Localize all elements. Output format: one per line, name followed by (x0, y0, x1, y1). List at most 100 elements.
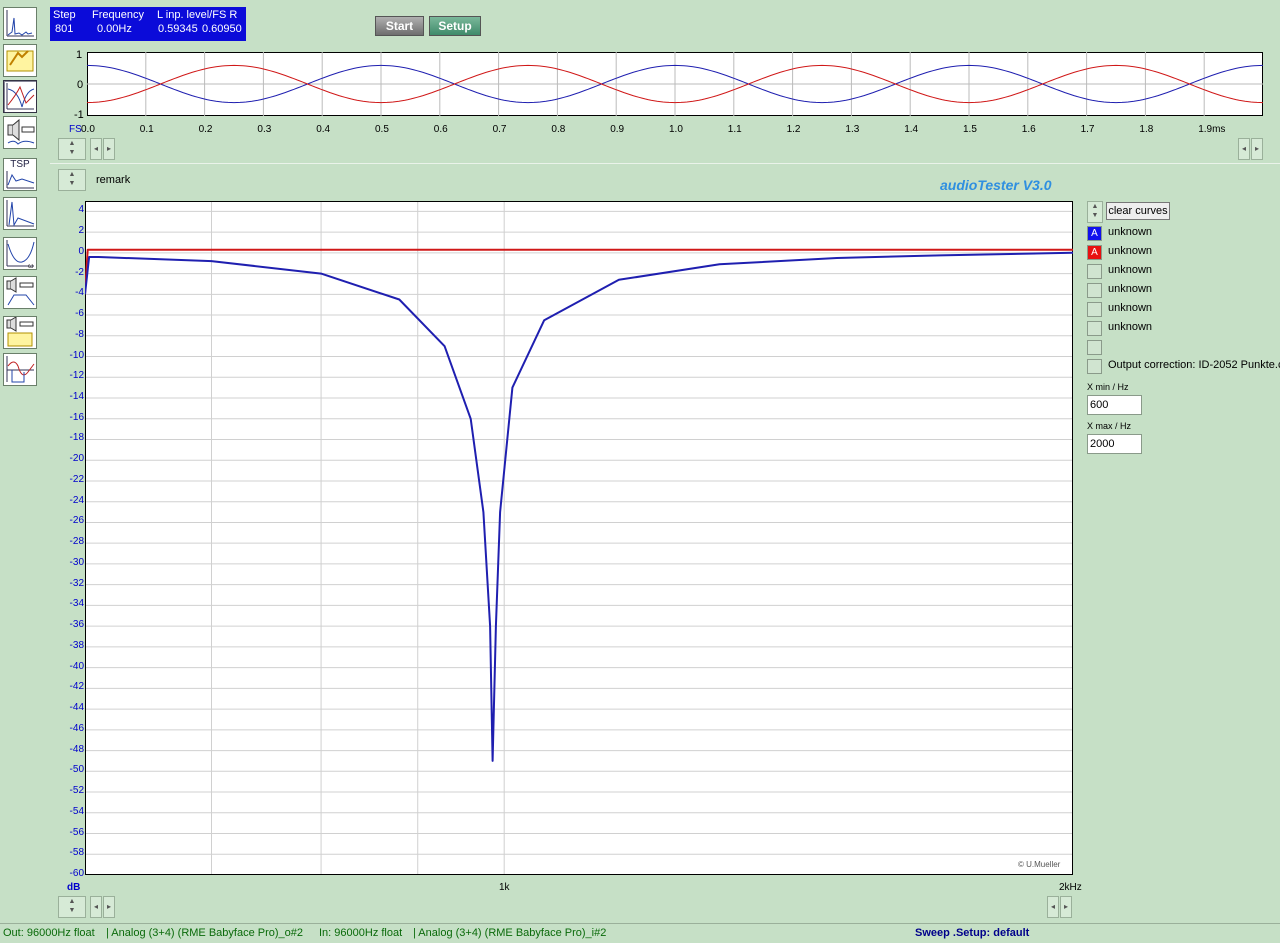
status-bar: Out: 96000Hz float | Analog (3+4) (RME B… (0, 923, 1280, 943)
speaker-tool-button[interactable] (3, 116, 37, 149)
filter-icon (6, 356, 35, 383)
waveform-scope (87, 52, 1263, 116)
plot-y-tick: 0 (78, 245, 84, 257)
scope-x-tick: 1.9ms (1198, 124, 1226, 135)
plot-y-tick: -36 (69, 619, 84, 631)
scope-x-tick: 0.9 (610, 124, 625, 135)
impedance-icon: ω (6, 240, 35, 269)
scope-x-tick: 1.8 (1139, 124, 1154, 135)
output-correction-label: Output correction: ID-2052 Punkte.c (1108, 359, 1280, 371)
measurement-info-panel: Step 801 Frequency 0.00Hz L inp. level/F… (50, 7, 246, 41)
xmin-input[interactable]: 600 (1087, 395, 1142, 415)
scope-x-tick: 1.4 (904, 124, 919, 135)
sweep-tool-button[interactable] (3, 80, 37, 113)
plot-y-tick: -20 (69, 453, 84, 465)
status-output-device: | Analog (3+4) (RME Babyface Pro)_o#2 (106, 927, 303, 939)
scope-x-tick: 1.3 (845, 124, 860, 135)
plot-y-tick: -6 (75, 308, 84, 320)
x-tick-2khz: 2kHz (1059, 882, 1082, 893)
scope-y-tick-mid: 0 (77, 79, 84, 91)
x-tick-1k: 1k (499, 882, 510, 893)
curve-4-checkbox[interactable] (1087, 283, 1102, 298)
status-input-device: | Analog (3+4) (RME Babyface Pro)_i#2 (413, 927, 607, 939)
plot-y-tick: -52 (69, 785, 84, 797)
remark-spinner[interactable]: ▲ ▼ (58, 169, 86, 191)
clear-curves-button[interactable]: clear curves (1106, 202, 1170, 220)
plot-y-tick: -30 (69, 556, 84, 568)
plot-y-tick: -60 (69, 868, 84, 879)
speaker-generator-tool-button[interactable] (3, 316, 37, 349)
scope-y-scale-spinner[interactable]: ▲ ▼ (58, 138, 86, 160)
setup-button[interactable]: Setup (429, 16, 481, 36)
step-label: Step (53, 9, 76, 21)
plot-y-tick: 4 (78, 204, 84, 216)
curve-3-label: unknown (1108, 264, 1153, 276)
plot-y-tick: -34 (69, 598, 84, 610)
legend-spinner[interactable]: ▲ ▼ (1087, 201, 1103, 223)
plot-scroll-left[interactable]: ◂ (90, 896, 102, 918)
scope-x-tick: 0.2 (198, 124, 213, 135)
scope-zoom-left[interactable]: ◂ (1238, 138, 1250, 160)
plot-y-tick: -4 (75, 287, 84, 299)
speaker-response-tool-button[interactable] (3, 276, 37, 309)
scope-x-tick: 0.8 (551, 124, 566, 135)
scope-scroll-left[interactable]: ◂ (90, 138, 102, 160)
tsp-tool-button[interactable]: TSP (3, 158, 37, 191)
plot-y-tick: -46 (69, 722, 84, 734)
plot-y-tick: 2 (78, 225, 84, 237)
plot-y-tick: -14 (69, 391, 84, 402)
level-label: L inp. level/FS R (157, 9, 238, 21)
output-correction-checkbox[interactable] (1087, 359, 1102, 374)
plot-y-tick: -2 (75, 266, 84, 278)
step-value: 801 (55, 23, 74, 35)
scope-x-tick: FS (69, 124, 82, 135)
scope-zoom-right[interactable]: ▸ (1251, 138, 1263, 160)
xmax-input[interactable]: 2000 (1087, 434, 1142, 454)
app-title: audioTester V3.0 (940, 177, 1052, 193)
plot-y-tick: -18 (69, 432, 84, 444)
plot-scroll-right[interactable]: ▸ (103, 896, 115, 918)
impulse-tool-button[interactable] (3, 197, 37, 230)
hands-icon (6, 50, 34, 72)
scope-y-tick-bottom: -1 (74, 109, 84, 121)
plot-y-tick: -16 (69, 411, 84, 423)
curve-3-checkbox[interactable] (1087, 264, 1102, 279)
scope-scroll-right[interactable]: ▸ (103, 138, 115, 160)
spectrum-icon (6, 10, 34, 37)
speaker-hands-icon (6, 317, 34, 347)
plot-y-tick: -12 (69, 370, 84, 382)
speaker-icon (7, 118, 35, 145)
spectrum-tool-button[interactable] (3, 7, 37, 40)
plot-y-tick: -22 (69, 473, 84, 485)
plot-y-tick: -54 (69, 805, 84, 817)
curve-2-checkbox[interactable]: A (1087, 245, 1102, 260)
plot-zoom-right[interactable]: ▸ (1060, 896, 1072, 918)
frequency-response-plot (85, 201, 1073, 875)
curve-7-checkbox[interactable] (1087, 340, 1102, 355)
curve-4-label: unknown (1108, 283, 1153, 295)
status-mode: Sweep .Setup: default (915, 927, 1030, 939)
status-output-format: Out: 96000Hz float (3, 927, 95, 939)
scope-y-tick-top: 1 (76, 49, 83, 61)
plot-zoom-left[interactable]: ◂ (1047, 896, 1059, 918)
svg-text:ω: ω (28, 263, 34, 269)
plot-y-tick: -26 (69, 515, 84, 527)
curve-1-label: unknown (1108, 226, 1153, 238)
filter-tool-button[interactable] (3, 353, 37, 386)
plot-y-tick: -56 (69, 826, 84, 838)
scope-x-tick: 1.2 (786, 124, 801, 135)
plot-y-tick: -40 (69, 660, 84, 672)
scope-x-tick: 0.3 (257, 124, 272, 135)
curve-6-label: unknown (1108, 321, 1153, 333)
plot-y-tick: -58 (69, 847, 84, 859)
impedance-tool-button[interactable]: ω (3, 237, 37, 270)
plot-y-scale-spinner[interactable]: ▲ ▼ (58, 896, 86, 918)
curve-1-checkbox[interactable]: A (1087, 226, 1102, 241)
start-button[interactable]: Start (375, 16, 424, 36)
curve-5-checkbox[interactable] (1087, 302, 1102, 317)
copyright-label: © U.Mueller (1018, 860, 1061, 869)
level-right-value: 0.60950 (202, 23, 242, 35)
generator-tool-button[interactable] (3, 44, 37, 77)
curve-6-checkbox[interactable] (1087, 321, 1102, 336)
impulse-icon (6, 200, 35, 227)
